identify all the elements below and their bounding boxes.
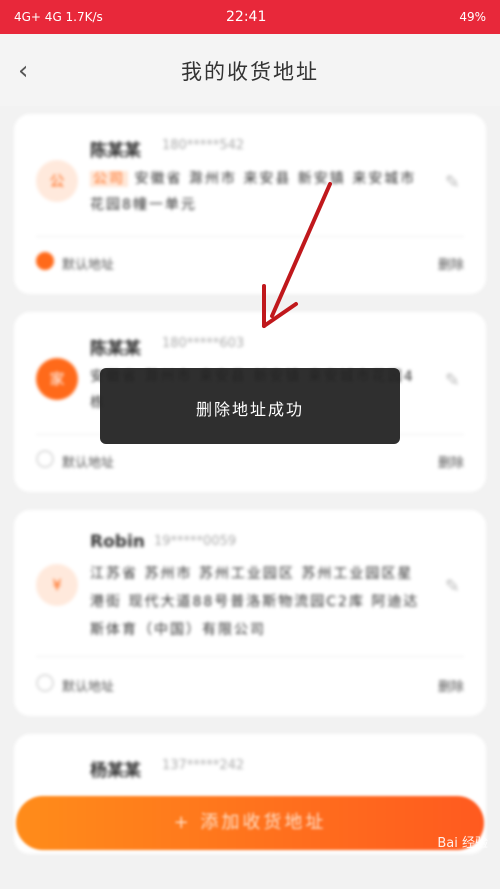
red-arrow-annotation (262, 182, 332, 328)
arrow-shaft (270, 182, 332, 318)
baidu-watermark: Bai 经验 (437, 836, 488, 851)
toast-text: 删除地址成功 (195, 400, 304, 419)
toast-message: 删除地址成功 (100, 368, 400, 444)
add-address-button[interactable]: + 添加收货地址 (16, 796, 484, 850)
arrow-head-right (262, 302, 298, 328)
